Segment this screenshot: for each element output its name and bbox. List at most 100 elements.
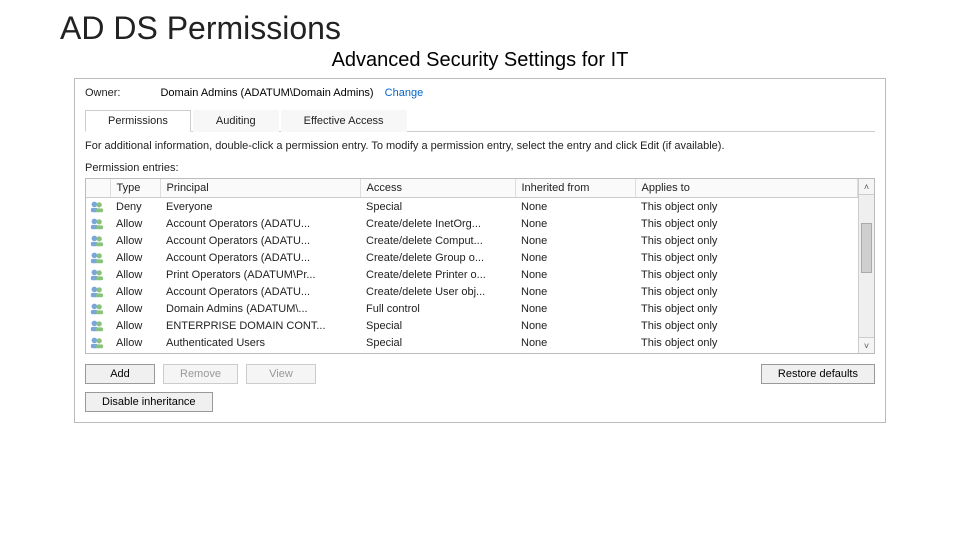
cell-applies: This object only (635, 317, 858, 334)
cell-access: Full control (360, 300, 515, 317)
scroll-down-button[interactable]: ˅ (859, 337, 874, 353)
cell-applies: This object only (635, 232, 858, 249)
col-type-header[interactable]: Type (110, 179, 160, 198)
cell-type: Allow (110, 283, 160, 300)
cell-principal: SYSTEM (160, 351, 360, 353)
col-applies-header[interactable]: Applies to (635, 179, 858, 198)
col-icon-header[interactable] (86, 179, 110, 198)
cell-access: Create/delete InetOrg... (360, 215, 515, 232)
cell-access: Create/delete User obj... (360, 283, 515, 300)
cell-principal: Print Operators (ADATUM\Pr... (160, 266, 360, 283)
add-button[interactable]: Add (85, 364, 155, 384)
cell-applies: This object only (635, 215, 858, 232)
cell-applies: This object only (635, 198, 858, 216)
owner-label: Owner: (85, 87, 120, 99)
col-inherited-header[interactable]: Inherited from (515, 179, 635, 198)
owner-value: Domain Admins (ADATUM\Domain Admins) (160, 87, 373, 99)
cell-applies: This object only (635, 351, 858, 353)
cell-access: Create/delete Comput... (360, 232, 515, 249)
remove-button[interactable]: Remove (163, 364, 238, 384)
cell-type: Allow (110, 300, 160, 317)
tab-strip: Permissions Auditing Effective Access (85, 109, 875, 132)
cell-inherited: None (515, 232, 635, 249)
permission-table[interactable]: Type Principal Access Inherited from App… (86, 179, 858, 353)
table-row[interactable]: DenyEveryoneSpecialNoneThis object only (86, 198, 858, 216)
owner-row: Owner: Domain Admins (ADATUM\Domain Admi… (85, 87, 875, 99)
group-icon (90, 234, 104, 248)
cell-principal: Account Operators (ADATU... (160, 283, 360, 300)
cell-principal: Account Operators (ADATU... (160, 249, 360, 266)
slide-title: AD DS Permissions (60, 10, 960, 47)
group-icon (90, 285, 104, 299)
info-text: For additional information, double-click… (85, 140, 875, 152)
group-icon (90, 251, 104, 265)
table-row[interactable]: AllowAccount Operators (ADATU...Create/d… (86, 232, 858, 249)
col-access-header[interactable]: Access (360, 179, 515, 198)
table-row[interactable]: AllowSYSTEMFull controlNoneThis object o… (86, 351, 858, 353)
group-icon (90, 336, 104, 350)
cell-type: Allow (110, 351, 160, 353)
cell-type: Allow (110, 215, 160, 232)
cell-access: Special (360, 317, 515, 334)
cell-type: Allow (110, 232, 160, 249)
group-icon (90, 200, 104, 214)
cell-principal: Domain Admins (ADATUM\... (160, 300, 360, 317)
group-icon (90, 302, 104, 316)
cell-principal: Account Operators (ADATU... (160, 232, 360, 249)
table-row[interactable]: AllowAccount Operators (ADATU...Create/d… (86, 283, 858, 300)
group-icon (90, 319, 104, 333)
table-row[interactable]: AllowAccount Operators (ADATU...Create/d… (86, 249, 858, 266)
table-scrollbar[interactable]: ˄ ˅ (858, 179, 874, 353)
dialog-title: Advanced Security Settings for IT (0, 49, 960, 72)
cell-applies: This object only (635, 266, 858, 283)
cell-applies: This object only (635, 249, 858, 266)
cell-principal: Authenticated Users (160, 334, 360, 351)
group-icon (90, 217, 104, 231)
cell-inherited: None (515, 283, 635, 300)
group-icon (90, 353, 104, 354)
scroll-up-button[interactable]: ˄ (859, 179, 874, 195)
cell-type: Allow (110, 334, 160, 351)
cell-inherited: None (515, 351, 635, 353)
table-row[interactable]: AllowAccount Operators (ADATU...Create/d… (86, 215, 858, 232)
cell-inherited: None (515, 215, 635, 232)
cell-inherited: None (515, 300, 635, 317)
cell-access: Special (360, 334, 515, 351)
cell-inherited: None (515, 249, 635, 266)
tab-effective-access[interactable]: Effective Access (281, 110, 407, 132)
disable-inheritance-button[interactable]: Disable inheritance (85, 392, 213, 412)
cell-applies: This object only (635, 300, 858, 317)
cell-applies: This object only (635, 334, 858, 351)
chevron-up-icon: ˄ (864, 182, 869, 192)
cell-access: Full control (360, 351, 515, 353)
cell-access: Create/delete Group o... (360, 249, 515, 266)
chevron-down-icon: ˅ (864, 341, 869, 351)
cell-principal: Account Operators (ADATU... (160, 215, 360, 232)
cell-inherited: None (515, 266, 635, 283)
scroll-track[interactable] (859, 195, 874, 337)
owner-change-link[interactable]: Change (385, 87, 424, 99)
tab-permissions[interactable]: Permissions (85, 110, 191, 132)
table-row[interactable]: AllowDomain Admins (ADATUM\...Full contr… (86, 300, 858, 317)
cell-applies: This object only (635, 283, 858, 300)
restore-defaults-button[interactable]: Restore defaults (761, 364, 875, 384)
cell-type: Allow (110, 249, 160, 266)
table-row[interactable]: AllowENTERPRISE DOMAIN CONT...SpecialNon… (86, 317, 858, 334)
cell-type: Deny (110, 198, 160, 216)
scroll-thumb[interactable] (861, 223, 872, 273)
cell-access: Special (360, 198, 515, 216)
entries-label: Permission entries: (85, 162, 875, 174)
cell-inherited: None (515, 334, 635, 351)
cell-inherited: None (515, 317, 635, 334)
table-row[interactable]: AllowPrint Operators (ADATUM\Pr...Create… (86, 266, 858, 283)
cell-inherited: None (515, 198, 635, 216)
table-row[interactable]: AllowAuthenticated UsersSpecialNoneThis … (86, 334, 858, 351)
permission-table-wrap: Type Principal Access Inherited from App… (85, 178, 875, 354)
view-button[interactable]: View (246, 364, 316, 384)
cell-type: Allow (110, 266, 160, 283)
tab-auditing[interactable]: Auditing (193, 110, 279, 132)
cell-type: Allow (110, 317, 160, 334)
group-icon (90, 268, 104, 282)
cell-principal: ENTERPRISE DOMAIN CONT... (160, 317, 360, 334)
col-principal-header[interactable]: Principal (160, 179, 360, 198)
